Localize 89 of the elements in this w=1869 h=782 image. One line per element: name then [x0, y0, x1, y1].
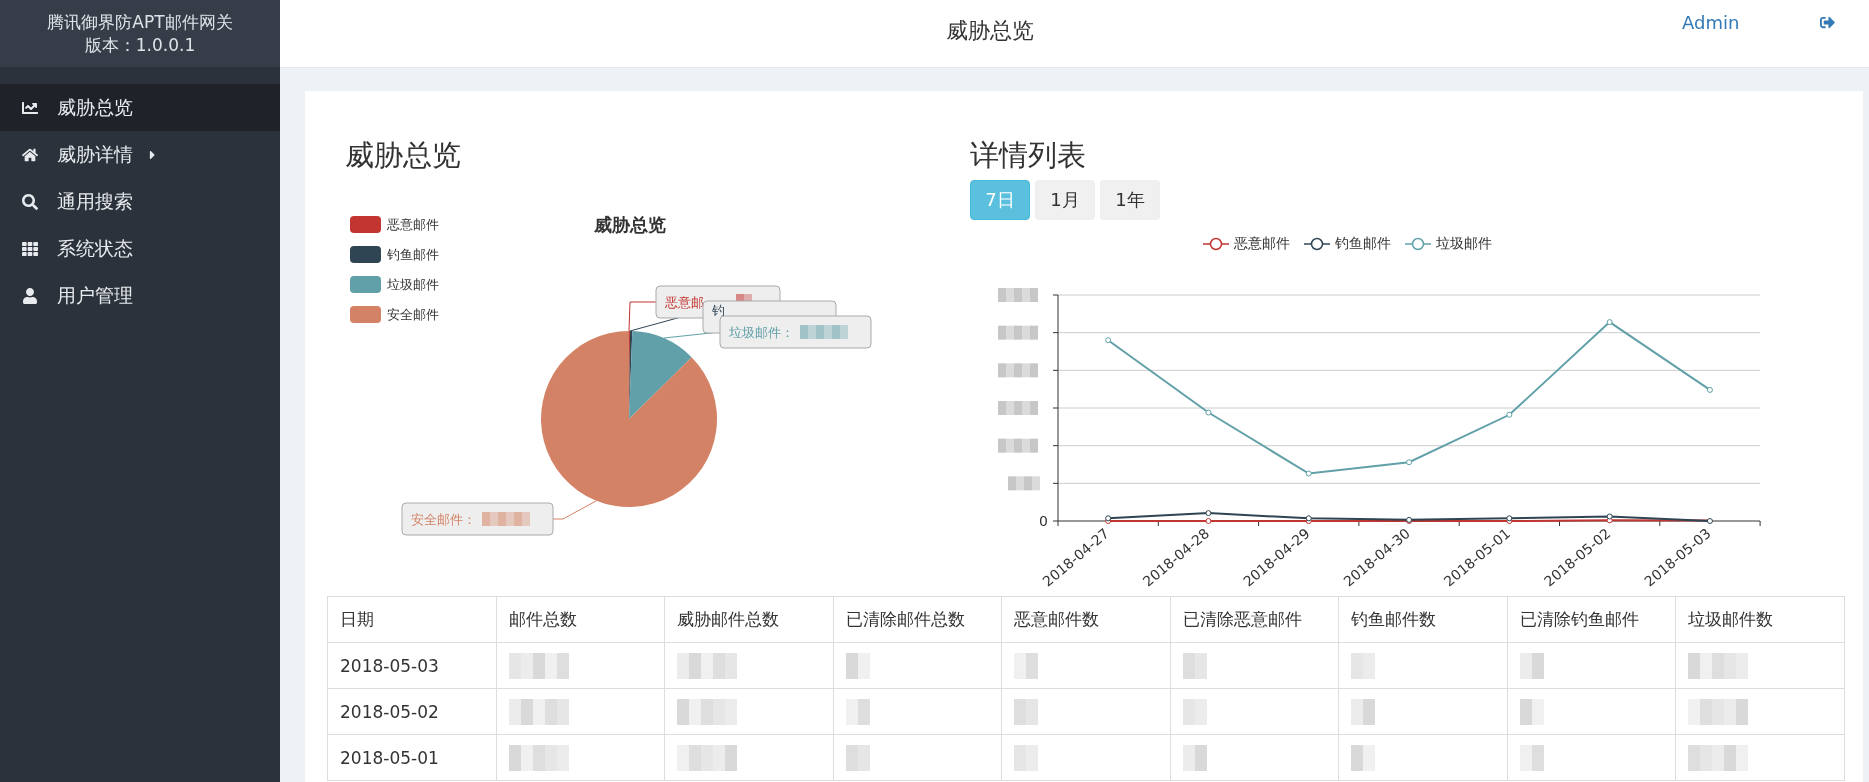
user-link[interactable]: Admin — [1682, 12, 1740, 33]
product-name: 腾讯御界防APT邮件网关 — [47, 10, 233, 34]
nav-label: 威胁总览 — [57, 94, 133, 120]
blurred-value — [1014, 652, 1039, 679]
blurred-value — [677, 652, 738, 679]
blurred-value — [1014, 698, 1039, 725]
blurred-value — [1351, 698, 1376, 725]
logout-icon[interactable] — [1820, 15, 1835, 30]
table-cell: 2018-05-01 — [328, 735, 497, 781]
range-button[interactable]: 1月 — [1035, 180, 1095, 220]
nav-item[interactable]: 系统状态 — [0, 225, 280, 272]
data-point — [1506, 411, 1513, 418]
blurred-value — [800, 325, 848, 339]
blurred-value — [845, 744, 870, 771]
blurred-value — [998, 438, 1038, 453]
legend-label: 钓鱼邮件 — [1335, 235, 1391, 253]
section-heading: 详情列表 — [970, 137, 1087, 174]
column-header: 已清除钓鱼邮件 — [1507, 597, 1677, 643]
nav-label: 用户管理 — [57, 282, 133, 308]
blurred-value — [1688, 698, 1749, 725]
line-chart-icon — [19, 99, 41, 116]
column-header: 恶意邮件数 — [1002, 597, 1171, 643]
grid-icon — [19, 240, 41, 257]
leader-line — [552, 500, 597, 520]
column-header: 邮件总数 — [496, 597, 666, 643]
home-icon — [19, 146, 41, 163]
data-point — [1406, 459, 1413, 466]
blurred-value — [508, 698, 569, 725]
data-point — [1706, 518, 1713, 524]
column-header: 威胁邮件总数 — [665, 597, 834, 643]
nav-label: 通用搜索 — [57, 188, 133, 214]
data-point — [1305, 470, 1312, 477]
legend-label: 垃圾邮件 — [1436, 235, 1492, 253]
blurred-value — [998, 363, 1038, 378]
nav-item[interactable]: 威胁详情 — [0, 131, 280, 178]
table-cell: 2018-05-02 — [328, 689, 497, 735]
callout-label: 恶意邮 — [665, 295, 704, 310]
section-heading: 威胁总览 — [345, 137, 462, 174]
blurred-value — [1688, 744, 1749, 771]
callout-label: 垃圾邮件： — [729, 325, 794, 340]
blurred-value — [1519, 698, 1544, 725]
blurred-value — [998, 401, 1038, 415]
blurred-value — [845, 652, 870, 679]
blurred-value — [1182, 744, 1207, 771]
range-button[interactable]: 1年 — [1100, 180, 1160, 220]
search-icon — [19, 193, 41, 210]
legend-label: 恶意邮件 — [1234, 235, 1290, 253]
nav-label: 系统状态 — [57, 235, 133, 261]
column-header: 钓鱼邮件数 — [1339, 597, 1508, 643]
blurred-value — [845, 698, 870, 725]
blurred-value — [482, 512, 530, 526]
blurred-value — [1182, 698, 1207, 725]
legend-label: 垃圾邮件 — [387, 277, 439, 292]
column-header: 已清除邮件总数 — [833, 597, 1003, 643]
table-cell: 2018-05-03 — [328, 643, 497, 689]
blurred-value — [1008, 476, 1040, 491]
callout-label: 钓 — [712, 303, 725, 318]
column-header: 已清除恶意邮件 — [1170, 597, 1340, 643]
blurred-value — [508, 652, 569, 679]
column-header: 日期 — [328, 597, 497, 643]
blurred-value — [1182, 652, 1207, 679]
pie-title: 威胁总览 — [594, 214, 666, 235]
blurred-value — [1351, 652, 1376, 679]
nav-item[interactable]: 用户管理 — [0, 272, 280, 319]
nav-label: 威胁详情 — [57, 141, 133, 167]
blurred-value — [1688, 652, 1749, 679]
legend-label: 恶意邮件 — [387, 217, 439, 232]
data-point — [1205, 409, 1212, 416]
blurred-value — [998, 288, 1038, 302]
blurred-value — [1014, 744, 1039, 771]
data-point — [1706, 386, 1713, 393]
data-point — [1606, 319, 1613, 326]
blurred-value — [677, 698, 738, 725]
nav-item[interactable]: 威胁总览 — [0, 84, 280, 131]
version-label: 版本：1.0.0.1 — [84, 33, 196, 57]
blurred-value — [1519, 744, 1544, 771]
page-title: 威胁总览 — [946, 17, 1034, 45]
callout-label: 安全邮件： — [411, 512, 476, 527]
data-point — [1105, 337, 1112, 344]
nav-item[interactable]: 通用搜索 — [0, 178, 280, 225]
blurred-value — [508, 744, 569, 771]
blurred-value — [1351, 744, 1376, 771]
legend-label: 安全邮件 — [387, 307, 439, 322]
axis-tick-label: 0 — [1039, 513, 1048, 529]
blurred-value — [1519, 652, 1544, 679]
column-header: 垃圾邮件数 — [1676, 597, 1845, 643]
blurred-value — [677, 744, 738, 771]
blurred-value — [998, 325, 1038, 340]
legend-label: 钓鱼邮件 — [387, 247, 439, 262]
